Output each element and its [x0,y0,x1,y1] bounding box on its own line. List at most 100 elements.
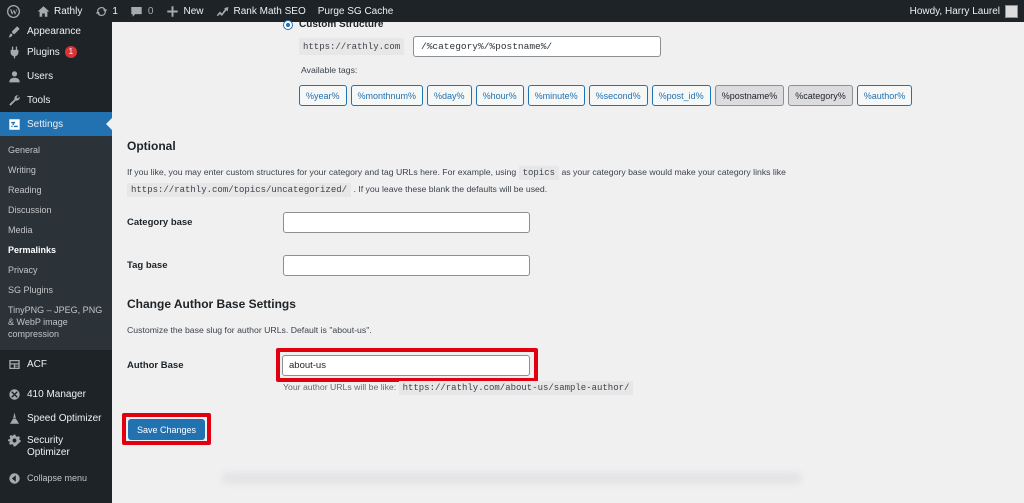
avatar [1005,4,1018,18]
custom-structure-radio[interactable] [283,19,293,30]
svg-text:W: W [9,7,17,16]
wrench-icon [7,93,21,107]
submenu-item-privacy[interactable]: Privacy [0,260,112,280]
submenu-item-media[interactable]: Media [0,220,112,240]
custom-structure-input[interactable]: /%category%/%postname%/ [413,36,661,57]
sidebar-item-appearance[interactable]: Appearance [0,22,112,40]
sidebar-item-security-optimizer[interactable]: Security Optimizer [0,430,112,464]
site-name-link[interactable]: Rathly [30,0,88,22]
sidebar-item-label: Security Optimizer [27,435,70,458]
sidebar-item-acf[interactable]: ACF [0,352,112,376]
sidebar-item-label: Tools [27,94,51,106]
tag-hour-button[interactable]: %hour% [475,85,524,106]
tag-minute-button[interactable]: %minute% [527,85,585,106]
sidebar-item-settings[interactable]: Settings [0,112,112,136]
sidebar-item-label: 410 Manager [27,388,86,400]
refresh-icon [94,4,108,18]
collapse-icon [7,471,21,485]
submenu-item-permalinks[interactable]: Permalinks [0,240,112,260]
tag-post-id-button[interactable]: %post_id% [651,85,711,106]
close-circle-icon [7,387,21,401]
wp-logo-button[interactable]: W [0,0,30,22]
gear-icon [7,433,21,447]
topics-code: topics [518,166,560,180]
available-tags-label: Available tags: [301,65,358,75]
settings-icon [7,117,21,131]
tag-year-button[interactable]: %year% [299,85,347,106]
category-base-input[interactable] [283,212,530,233]
sidebar-item-label: Speed Optimizer [27,412,102,424]
author-base-label: Author Base [127,360,184,371]
submenu-item-reading[interactable]: Reading [0,180,112,200]
optional-heading: Optional [127,139,176,153]
plus-icon [165,4,179,18]
optional-desc-text: If you like, you may enter custom struct… [127,167,517,177]
submenu-item-sg-plugins[interactable]: SG Plugins [0,280,112,300]
author-base-input[interactable]: about-us [282,355,530,376]
sidebar-item-plugins[interactable]: Plugins 1 [0,40,112,64]
sidebar-item-410-manager[interactable]: 410 Manager [0,382,112,406]
permalink-prefix: https://rathly.com [299,38,405,55]
settings-submenu: General Writing Reading Discussion Media… [0,136,112,350]
sidebar-item-tools[interactable]: Tools [0,88,112,112]
speed-optimizer-icon [7,411,21,425]
tag-second-button[interactable]: %second% [588,85,648,106]
category-base-label: Category base [127,217,193,228]
optional-description: If you like, you may enter custom struct… [127,164,887,198]
my-account[interactable]: Howdy, Harry Laurel [909,4,1024,18]
example-url-code: https://rathly.com/topics/uncategorized/ [127,183,352,197]
author-base-hint: Your author URLs will be like: https://r… [283,379,634,396]
comments-count: 0 [147,5,154,17]
purge-cache-label: Purge SG Cache [317,5,394,17]
user-icon [7,69,21,83]
rank-math-icon [216,4,230,18]
bottom-shadow [222,472,802,484]
submenu-item-writing[interactable]: Writing [0,160,112,180]
custom-structure-option[interactable]: Custom Structure [283,19,383,30]
comments-link[interactable]: 0 [124,0,160,22]
updates-count: 1 [112,5,118,17]
rank-math-label: Rank Math SEO [233,5,306,17]
wordpress-icon: W [6,4,20,18]
site-name: Rathly [54,5,83,17]
sidebar-item-label: Settings [27,118,64,130]
author-hint-code: https://rathly.com/about-us/sample-autho… [398,381,634,395]
optional-desc-text: . If you leave these blank the defaults … [353,184,548,194]
new-content-link[interactable]: New [159,0,209,22]
updates-link[interactable]: 1 [88,0,124,22]
sidebar-item-users[interactable]: Users [0,64,112,88]
sidebar-item-label: ACF [27,358,47,370]
sidebar-item-label: Collapse menu [27,473,88,483]
admin-sidebar: Appearance Plugins 1 Users Tools Setting… [0,22,112,503]
author-hint-text: Your author URLs will be like: [283,382,397,392]
tag-postname-button[interactable]: %postname% [714,85,785,106]
save-changes-button[interactable]: Save Changes [128,419,205,440]
optional-desc-text: as your category base would make your ca… [561,167,786,177]
tag-author-button[interactable]: %author% [856,85,913,106]
tag-base-input[interactable] [283,255,530,276]
plugin-icon [7,45,21,59]
comment-icon [130,4,144,18]
author-base-heading: Change Author Base Settings [127,297,296,311]
sidebar-item-speed-optimizer[interactable]: Speed Optimizer [0,406,112,430]
author-base-description: Customize the base slug for author URLs.… [127,325,372,335]
new-label: New [183,5,204,17]
submenu-item-general[interactable]: General [0,140,112,160]
acf-icon [7,357,21,371]
submenu-item-tinypng[interactable]: TinyPNG – JPEG, PNG & WebP image compres… [0,300,112,344]
main-content: Custom Structure https://rathly.com /%ca… [112,19,1024,503]
tag-monthnum-button[interactable]: %monthnum% [350,85,424,106]
tag-day-button[interactable]: %day% [427,85,472,106]
submenu-item-discussion[interactable]: Discussion [0,200,112,220]
custom-structure-label: Custom Structure [299,19,384,30]
sidebar-item-label: Users [27,70,54,82]
howdy-text: Howdy, Harry Laurel [909,5,1000,17]
home-icon [36,4,50,18]
sidebar-item-label: Appearance [27,25,81,37]
admin-bar: W Rathly 1 0 New Rank Math SEO Purge SG … [0,0,1024,22]
tag-base-label: Tag base [127,260,168,271]
plugins-update-badge: 1 [64,46,77,58]
collapse-menu-button[interactable]: Collapse menu [0,466,112,490]
tag-category-button[interactable]: %category% [788,85,853,106]
paintbrush-icon [7,24,21,38]
